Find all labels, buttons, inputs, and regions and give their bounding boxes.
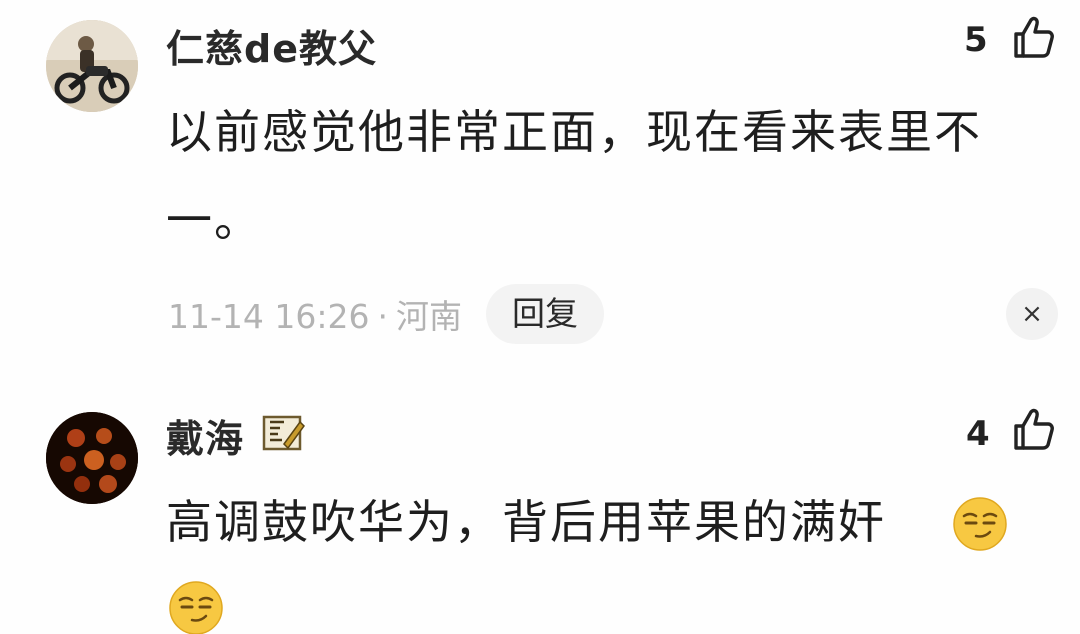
close-icon[interactable]: × [1006, 288, 1058, 340]
thumbs-up-icon[interactable] [1010, 14, 1056, 60]
comment-text: 高调鼓吹华为，背后用苹果的满奸 [166, 495, 886, 549]
location: 河南 [395, 297, 462, 336]
level-badge-icon [262, 415, 305, 451]
dark-photo-avatar-icon [46, 412, 138, 504]
smirk-emoji-icon [953, 497, 1007, 551]
comment-text: 以前感觉他非常正面，现在看来表里不一。 [166, 105, 982, 247]
timestamp: 11-14 16:26 [168, 297, 370, 336]
thumbs-up-icon[interactable] [1010, 406, 1056, 452]
avatar[interactable] [46, 20, 138, 112]
username[interactable]: 戴海 [166, 408, 244, 463]
username[interactable]: 仁慈de教父 [166, 18, 377, 73]
meta-separator: · [377, 297, 388, 336]
reply-button[interactable]: 回复 [486, 284, 604, 344]
motorcycle-rider-avatar-icon [46, 20, 138, 112]
comment-item: 仁慈de教父 5 以前感觉他非常正面，现在看来表里不一。 11-14 16:26… [0, 0, 1080, 380]
avatar[interactable] [46, 412, 138, 504]
comment-list: 仁慈de教父 5 以前感觉他非常正面，现在看来表里不一。 11-14 16:26… [0, 0, 1080, 634]
comment-meta: 11-14 16:26 · 河南 [168, 290, 462, 338]
like-count: 5 [964, 20, 988, 60]
smirk-emoji-icon [169, 581, 223, 634]
like-count: 4 [966, 414, 990, 454]
